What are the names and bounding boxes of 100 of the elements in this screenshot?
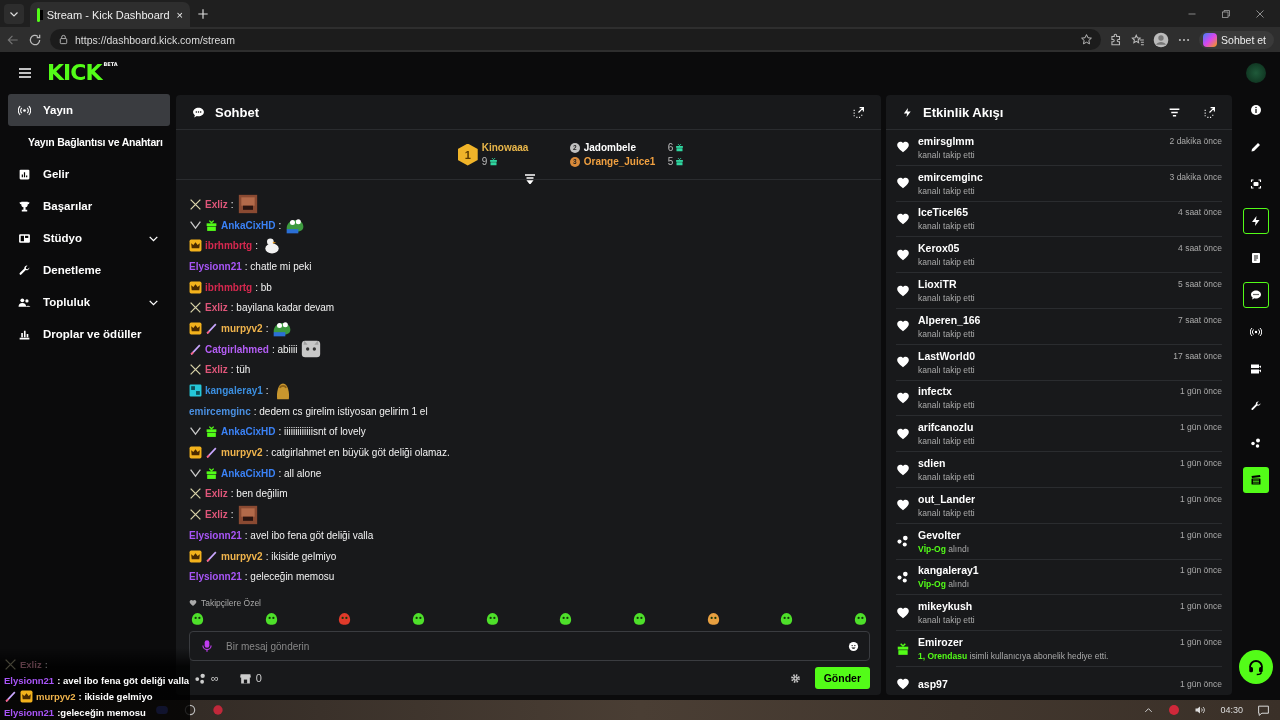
sidebar-item[interactable]: Stüdyo: [8, 222, 170, 254]
microphone-icon[interactable]: [200, 639, 214, 653]
favicon-icon: [37, 7, 40, 22]
settings-icon[interactable]: [789, 672, 801, 684]
menu-icon[interactable]: [17, 65, 33, 81]
points-value: ∞: [211, 672, 219, 684]
chat-username[interactable]: Exliz: [205, 198, 228, 210]
popout-icon[interactable]: [1203, 105, 1216, 119]
chat-message-text: : tüh: [230, 364, 251, 376]
chat-username[interactable]: ibrhmbrtg: [205, 281, 253, 293]
chat-username[interactable]: emircemginc: [189, 405, 251, 417]
new-tab-icon[interactable]: [196, 6, 210, 21]
clapperboard-icon: [1250, 474, 1262, 486]
popout-icon[interactable]: [852, 105, 865, 119]
rank-badge: 1: [457, 143, 478, 166]
pencil-icon: [1250, 141, 1262, 153]
emote-icon[interactable]: [631, 611, 647, 626]
message-input[interactable]: Bir mesaj gönderin: [189, 631, 870, 661]
support-button[interactable]: [1239, 650, 1273, 684]
chat-username[interactable]: ibrhmbrtg: [205, 240, 253, 252]
clock[interactable]: 04:30: [1220, 705, 1243, 715]
event-username[interactable]: kangaleray1: [918, 564, 979, 577]
circle-app-icon[interactable]: [183, 703, 197, 717]
emote-icon[interactable]: [263, 611, 279, 626]
collapse-icon[interactable]: [523, 174, 536, 184]
chat-username[interactable]: AnkaCixHD: [221, 219, 276, 231]
send-button[interactable]: Gönder: [814, 667, 870, 689]
volume-icon[interactable]: [1194, 704, 1207, 716]
notifications-icon[interactable]: [1257, 703, 1270, 717]
event-description: kanalı takip etti: [918, 364, 976, 375]
emote-icon[interactable]: [852, 611, 868, 626]
chat-username[interactable]: AnkaCixHD: [221, 426, 276, 438]
emote-icon[interactable]: [705, 611, 721, 626]
store-icon[interactable]: [238, 671, 252, 685]
sidebar-item[interactable]: Denetleme: [8, 254, 170, 286]
chat-icon: [192, 105, 205, 119]
event-username[interactable]: out_Lander: [918, 492, 976, 505]
close-icon[interactable]: [1254, 7, 1266, 20]
chat-username[interactable]: Elysionn21: [189, 571, 242, 583]
chat-username[interactable]: Elysionn21: [189, 529, 242, 541]
event-username[interactable]: LioxiTR: [918, 278, 957, 291]
points-icon: [194, 671, 207, 685]
chat-username[interactable]: Exliz: [205, 302, 228, 314]
chat-username[interactable]: murpyv2: [221, 322, 263, 334]
event-description: kanalı takip etti: [918, 149, 976, 160]
sidebar-item[interactable]: Başarılar: [8, 190, 170, 222]
emote-icon[interactable]: [190, 611, 205, 626]
event-username[interactable]: asp97: [918, 678, 948, 691]
event-username[interactable]: arifcanozlu: [918, 421, 974, 434]
event-description: kanalı takip etti: [918, 185, 976, 196]
event-username[interactable]: Alperen_166: [918, 313, 981, 326]
emote-icon[interactable]: [558, 611, 574, 626]
chat-username[interactable]: AnkaCixHD: [221, 467, 276, 479]
address-bar[interactable]: https://dashboard.kick.com/stream: [50, 29, 1102, 50]
star-icon[interactable]: [1080, 33, 1094, 46]
event-username[interactable]: LastWorld0: [918, 349, 975, 362]
tray-app-icon[interactable]: [1168, 704, 1181, 716]
sidebar-subitem[interactable]: Yayın Bağlantısı ve Anahtarı: [8, 126, 170, 158]
reload-icon[interactable]: [28, 32, 42, 47]
event-username[interactable]: Kerox05: [918, 242, 960, 255]
emoji-icon[interactable]: [848, 640, 859, 652]
gifter-name: Orange_Juice1: [583, 156, 657, 167]
chat-username[interactable]: Exliz: [205, 509, 228, 521]
chat-username[interactable]: murpyv2: [221, 550, 263, 562]
sidebar-item[interactable]: Droplar ve ödüller: [8, 318, 170, 350]
lightning-button[interactable]: [1243, 208, 1269, 234]
event-username[interactable]: Emirozer: [918, 636, 963, 649]
tab-close-button[interactable]: ×: [176, 8, 183, 21]
message-text-input[interactable]: Bir mesaj gönderin: [224, 639, 838, 653]
emote-icon[interactable]: [484, 611, 500, 626]
chat-username[interactable]: Elysionn21: [189, 260, 242, 272]
event-username[interactable]: IceTicel65: [918, 206, 968, 219]
sidebar-item[interactable]: Gelir: [8, 158, 170, 190]
event-username[interactable]: emirsglmm: [918, 134, 975, 147]
copilot-button[interactable]: Sohbet et: [1199, 30, 1274, 49]
event-time: 1 gün önce: [1179, 636, 1222, 649]
kick-logo[interactable]: KICK$^{BETA}$: [47, 62, 118, 84]
event-username[interactable]: sdien: [918, 457, 946, 470]
event-username[interactable]: Gevolter: [918, 528, 961, 541]
chat-username[interactable]: Exliz: [205, 488, 228, 500]
event-time: 2 dakika önce: [1169, 134, 1222, 147]
chat-username[interactable]: Catgirlahmed: [205, 343, 269, 355]
favorites-icon[interactable]: [1131, 32, 1146, 47]
emote-icon[interactable]: [779, 611, 795, 626]
profile-avatar-icon[interactable]: [1153, 31, 1170, 48]
event-username[interactable]: emircemginc: [918, 170, 983, 183]
chat-message-text: :: [230, 509, 234, 521]
chat-button[interactable]: [1243, 282, 1269, 308]
event-username[interactable]: mikeykush: [918, 600, 973, 613]
sidebar-item[interactable]: Topluluk: [8, 286, 170, 318]
browser-tab[interactable]: Stream - Kick Dashboard ×: [30, 2, 190, 27]
emote-icon[interactable]: [410, 611, 426, 626]
event-username[interactable]: infectx: [918, 385, 952, 398]
restore-icon[interactable]: [1220, 7, 1232, 20]
chat-username[interactable]: kangaleray1: [205, 385, 263, 397]
tab-list-button[interactable]: [4, 3, 24, 24]
clapperboard-button[interactable]: [1243, 467, 1269, 493]
sidebar-item[interactable]: Yayın: [8, 94, 170, 126]
chat-username[interactable]: murpyv2: [221, 447, 263, 459]
chat-username[interactable]: Exliz: [205, 364, 228, 376]
